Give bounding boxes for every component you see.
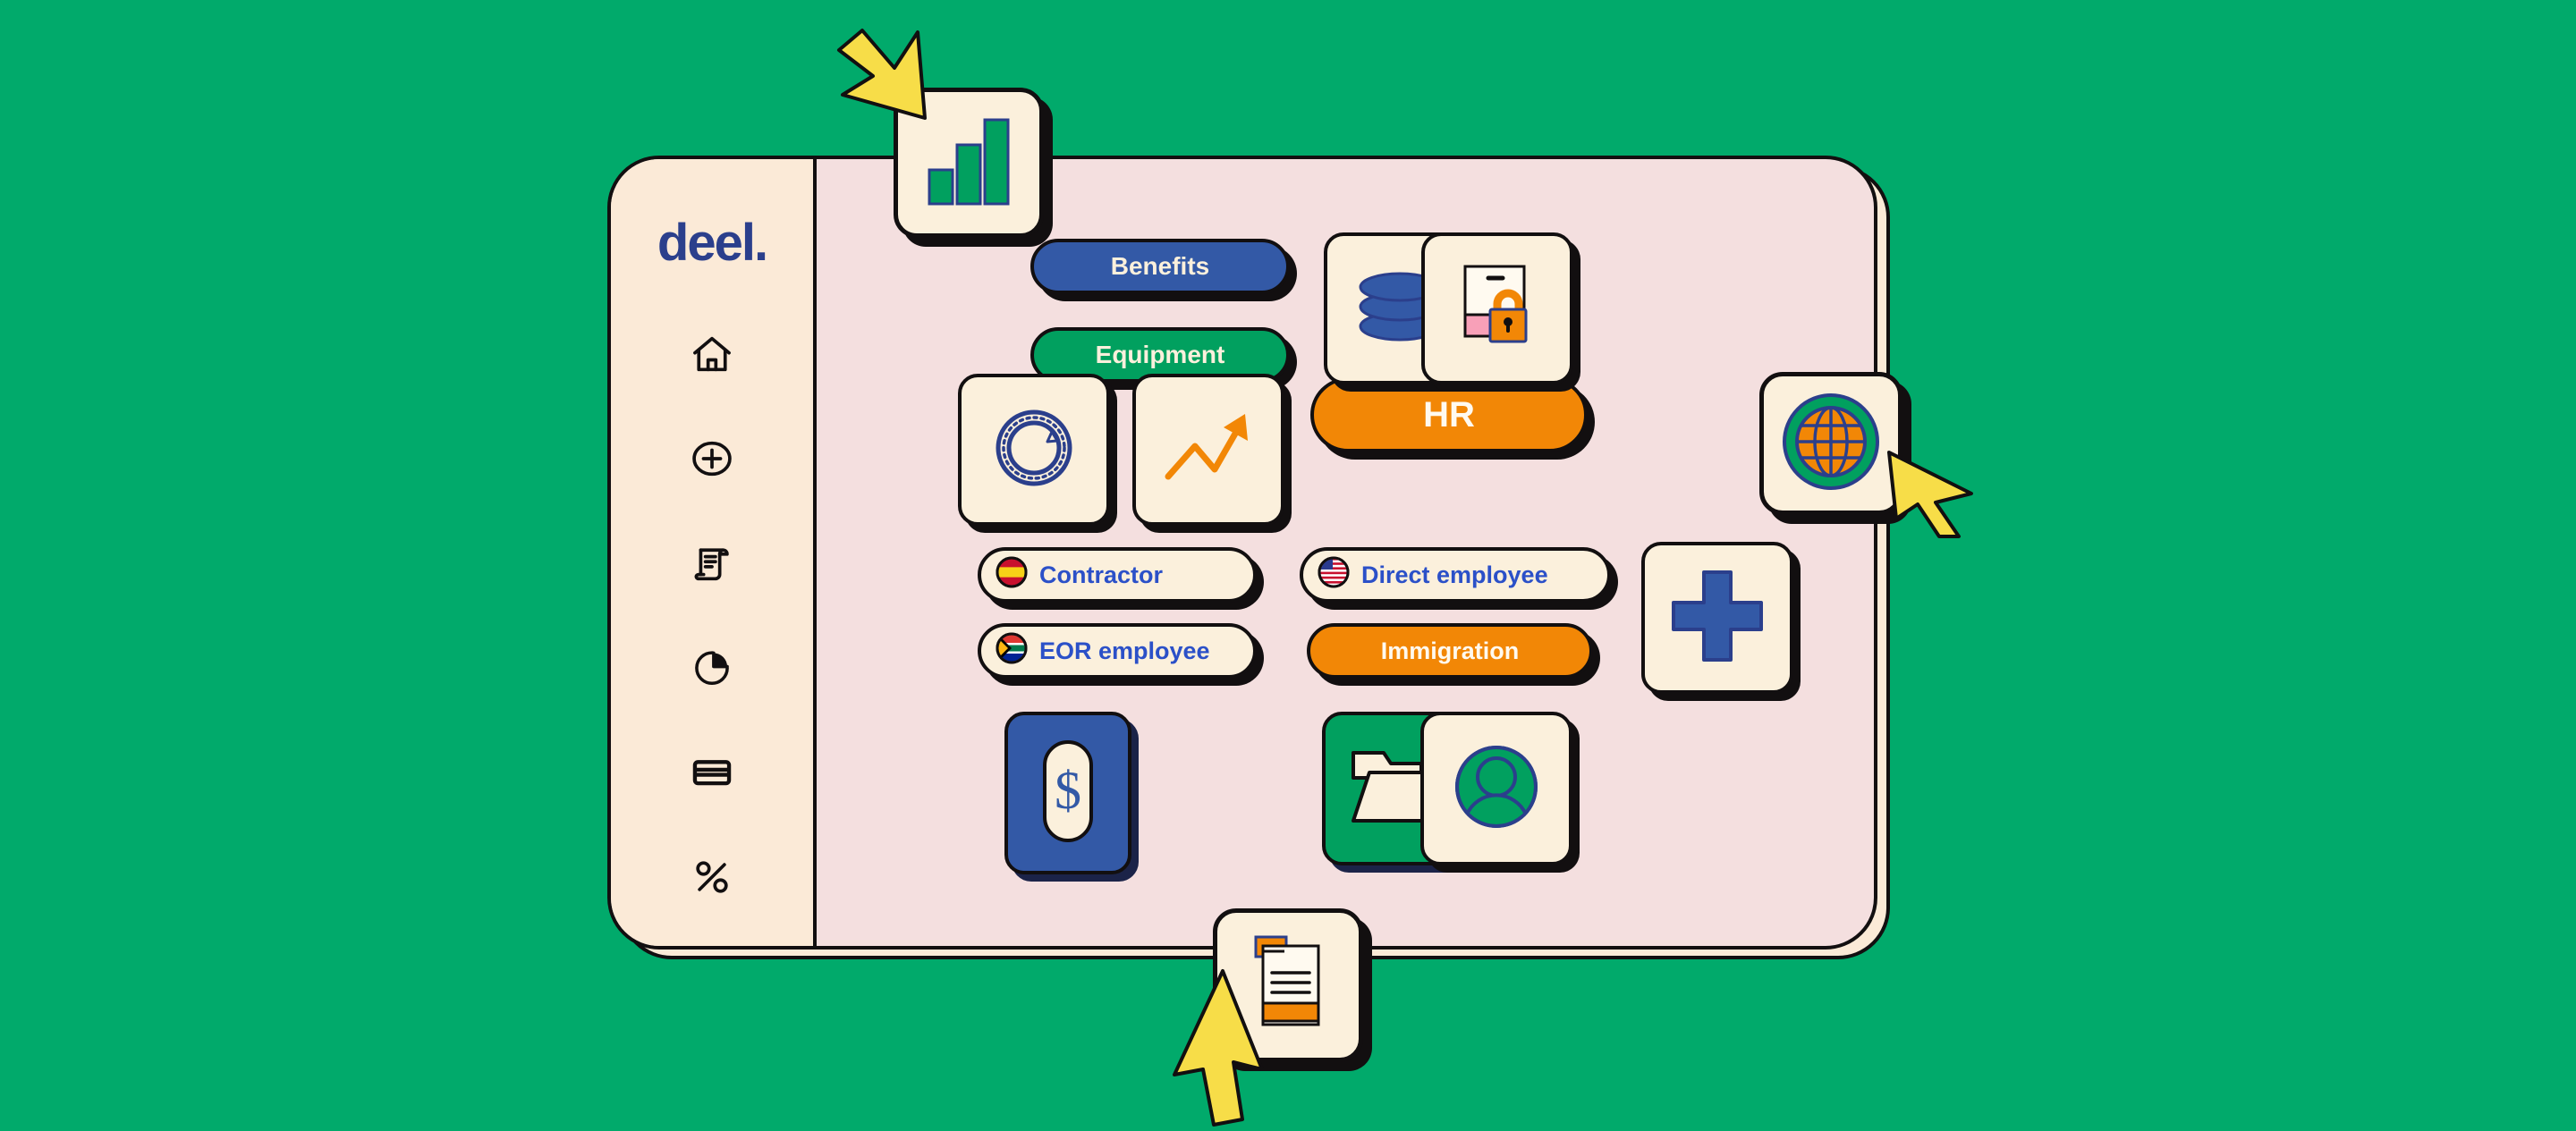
pie-chart-icon <box>690 646 734 690</box>
refresh-circle-icon <box>986 400 1082 501</box>
deel-logo[interactable]: deel. <box>657 217 768 269</box>
document-lock-icon <box>1447 257 1547 360</box>
home-icon <box>689 331 735 377</box>
tile-refresh[interactable] <box>958 374 1110 526</box>
pill-direct-employee-label: Direct employee <box>1361 561 1548 588</box>
pill-benefits-label: Benefits <box>1110 252 1210 280</box>
tile-document-lock[interactable] <box>1421 232 1573 384</box>
pill-eor-employee-label: EOR employee <box>1039 637 1210 664</box>
sidebar-item-payments[interactable] <box>682 743 741 802</box>
tile-refresh-wrap <box>958 374 1117 533</box>
tile-avatar[interactable] <box>1420 712 1572 865</box>
tile-medical-cross[interactable] <box>1641 542 1793 694</box>
tile-medical-wrap <box>1641 542 1801 701</box>
tile-avatar-wrap <box>1420 712 1580 873</box>
tile-trend[interactable] <box>1132 374 1284 526</box>
globe-icon <box>1778 389 1884 499</box>
spain-flag-icon <box>996 556 1028 595</box>
tile-trend-wrap <box>1132 374 1292 533</box>
window-canvas: Benefits Equipment HR Contractor Direct … <box>817 159 1874 946</box>
sidebar-item-reports[interactable] <box>682 638 741 697</box>
sidebar-item-taxes[interactable] <box>682 848 741 907</box>
pill-equipment-label: Equipment <box>1095 341 1225 368</box>
sidebar-nav <box>682 325 741 946</box>
pill-immigration[interactable]: Immigration <box>1307 623 1593 679</box>
pill-benefits[interactable]: Benefits <box>1030 239 1290 294</box>
credit-card-icon <box>689 749 735 796</box>
usa-flag-icon <box>1318 556 1350 595</box>
yellow-arrow-cursor-left <box>1884 447 1984 552</box>
pill-direct-employee[interactable]: Direct employee <box>1300 547 1611 603</box>
pill-eor-employee[interactable]: EOR employee <box>978 623 1257 679</box>
plus-circle-icon <box>689 435 735 482</box>
user-avatar-icon <box>1447 738 1546 840</box>
yellow-arrow-cursor-up <box>1167 966 1267 1131</box>
yellow-arrow-cursor-down <box>832 25 948 137</box>
illustration-stage: deel. Benefits Equipment HR Contractor D… <box>0 0 2576 1127</box>
invoice-icon <box>689 540 735 587</box>
app-window: deel. Benefits Equipment HR Contractor D… <box>607 156 1877 950</box>
dollar-sign-icon: $ <box>1032 733 1104 854</box>
sidebar-item-create[interactable] <box>682 429 741 488</box>
pill-immigration-label: Immigration <box>1380 637 1520 664</box>
percent-icon <box>689 854 735 900</box>
south-africa-flag-icon <box>996 632 1028 671</box>
tile-dollar[interactable]: $ <box>1004 712 1131 874</box>
sidebar-item-invoices[interactable] <box>682 534 741 593</box>
floating-card-globe[interactable] <box>1759 372 1902 515</box>
svg-text:$: $ <box>1055 761 1081 820</box>
pill-contractor[interactable]: Contractor <box>978 547 1257 603</box>
trend-up-arrow-icon <box>1159 401 1258 499</box>
medical-cross-icon <box>1666 565 1768 671</box>
sidebar: deel. <box>611 159 817 946</box>
tile-dollar-wrap: $ <box>1004 712 1139 882</box>
sidebar-item-home[interactable] <box>682 325 741 384</box>
pill-contractor-label: Contractor <box>1039 561 1164 588</box>
tile-document-lock-wrap <box>1421 232 1580 392</box>
pill-hr-label: HR <box>1423 395 1475 435</box>
